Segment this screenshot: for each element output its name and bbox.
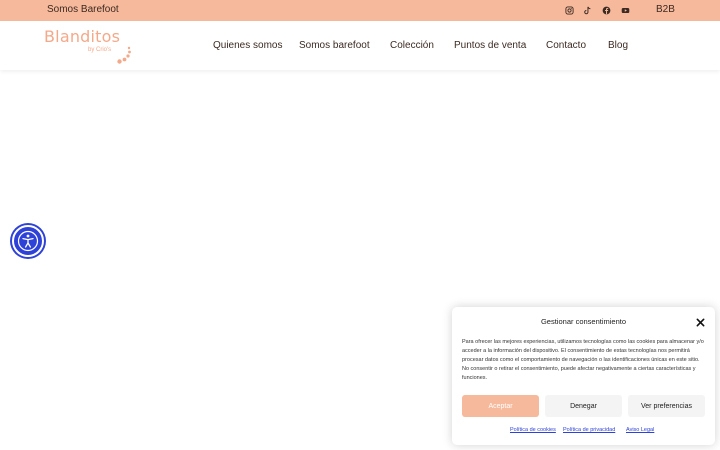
logo-main-text: Blanditos: [44, 27, 121, 46]
site-logo[interactable]: Blanditos by Crio's: [44, 27, 134, 65]
site-header: Blanditos by Crio's Quienes somos Somos …: [0, 21, 720, 70]
nav-blog[interactable]: Blog: [608, 40, 628, 51]
nav-quienes-somos[interactable]: Quienes somos: [213, 40, 282, 51]
consent-title: Gestionar consentimiento: [540, 317, 627, 326]
youtube-icon[interactable]: [619, 4, 632, 17]
facebook-icon[interactable]: [600, 4, 613, 17]
logo-sub-text: by Crio's: [88, 47, 112, 53]
nav-somos-barefoot[interactable]: Somos barefoot: [299, 40, 370, 51]
nav-contacto[interactable]: Contacto: [546, 40, 586, 51]
top-bar: Somos Barefoot B2B: [0, 0, 720, 21]
privacy-policy-link[interactable]: Política de privacidad: [563, 427, 615, 433]
deny-button[interactable]: Denegar: [545, 395, 622, 417]
accessibility-button[interactable]: [12, 225, 44, 257]
consent-body-text: Para ofrecer las mejores experiencias, u…: [462, 339, 704, 381]
instagram-icon[interactable]: [563, 4, 576, 17]
nav-coleccion[interactable]: Colección: [390, 40, 434, 51]
cookie-policy-link[interactable]: Política de cookies: [510, 427, 556, 433]
tiktok-icon[interactable]: [581, 4, 594, 17]
view-preferences-button[interactable]: Ver preferencias: [628, 395, 705, 417]
consent-dialog: Gestionar consentimiento Para ofrecer la…: [452, 307, 715, 445]
logo-footprint-icon: [117, 46, 131, 64]
b2b-link[interactable]: B2B: [656, 4, 675, 15]
close-icon[interactable]: [694, 316, 706, 328]
accessibility-icon: [17, 230, 39, 252]
somos-barefoot-link[interactable]: Somos Barefoot: [47, 4, 119, 15]
legal-notice-link[interactable]: Aviso Legal: [626, 427, 654, 433]
accept-button[interactable]: Aceptar: [462, 395, 539, 417]
nav-puntos-de-venta[interactable]: Puntos de venta: [454, 40, 526, 51]
